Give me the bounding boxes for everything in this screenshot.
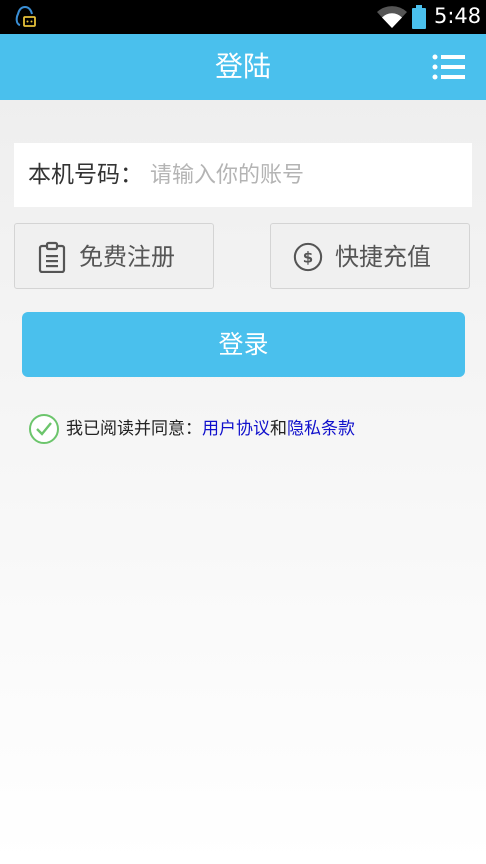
- checkmark-icon[interactable]: [28, 413, 60, 445]
- phone-input[interactable]: [150, 153, 460, 197]
- phone-field-row: 本机号码：: [14, 143, 472, 207]
- svg-text:$: $: [303, 249, 313, 267]
- user-agreement-link[interactable]: 用户协议: [202, 419, 270, 439]
- recharge-button[interactable]: $ 快捷充值: [270, 223, 470, 289]
- battery-icon: [412, 5, 426, 29]
- register-button[interactable]: 免费注册: [14, 223, 214, 289]
- menu-icon[interactable]: [432, 53, 466, 81]
- agreement-text: 我已阅读并同意：用户协议和隐私条款: [66, 413, 355, 445]
- title-bar: 登陆: [0, 34, 486, 100]
- recharge-button-label: 快捷充值: [335, 243, 431, 271]
- page-title: 登陆: [214, 50, 271, 83]
- login-button[interactable]: 登录: [22, 312, 465, 377]
- notification-icon: [15, 5, 36, 27]
- agreement-prefix: 我已阅读并同意：: [66, 419, 202, 439]
- wifi-icon: [377, 6, 407, 28]
- agreement-conjunction: 和: [270, 419, 287, 439]
- dollar-icon: $: [293, 242, 323, 272]
- privacy-policy-link[interactable]: 隐私条款: [287, 419, 355, 439]
- register-button-label: 免费注册: [79, 243, 175, 271]
- phone-field-label: 本机号码：: [28, 162, 143, 188]
- status-time: 5:48: [434, 4, 482, 28]
- clipboard-icon: [38, 241, 66, 273]
- status-bar: 5:48: [0, 0, 486, 34]
